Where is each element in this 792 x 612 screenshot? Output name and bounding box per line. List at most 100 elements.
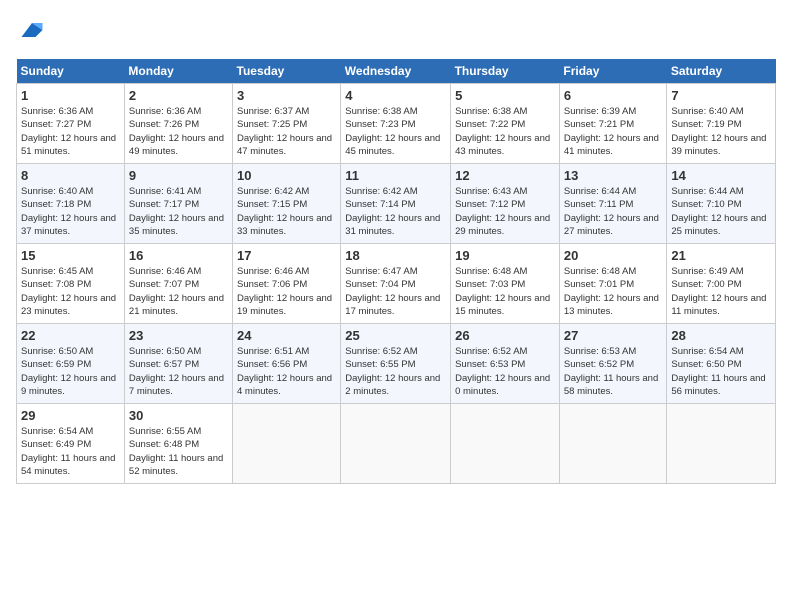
empty-cell [667, 404, 776, 484]
day-info: Sunrise: 6:47 AMSunset: 7:04 PMDaylight:… [345, 265, 446, 318]
calendar-week-row: 1Sunrise: 6:36 AMSunset: 7:27 PMDaylight… [17, 84, 776, 164]
day-number: 14 [671, 168, 771, 183]
day-number: 29 [21, 408, 120, 423]
day-number: 11 [345, 168, 446, 183]
day-cell: 3Sunrise: 6:37 AMSunset: 7:25 PMDaylight… [233, 84, 341, 164]
calendar-week-row: 22 Sunrise: 6:50 AMSunset: 6:59 PMDayligh… [17, 324, 776, 404]
day-info: Sunrise: 6:52 AMSunset: 6:55 PMDaylight:… [345, 345, 446, 398]
day-cell: 12 Sunrise: 6:43 AMSunset: 7:12 PMDayligh… [451, 164, 560, 244]
day-info: Sunrise: 6:46 AMSunset: 7:06 PMDaylight:… [237, 265, 336, 318]
day-cell: 4 Sunrise: 6:38 AMSunset: 7:23 PMDaylight… [341, 84, 451, 164]
day-cell: 26Sunrise: 6:52 AMSunset: 6:53 PMDayligh… [451, 324, 560, 404]
day-number: 13 [564, 168, 662, 183]
day-cell: 19 Sunrise: 6:48 AMSunset: 7:03 PMDayligh… [451, 244, 560, 324]
day-cell: 23 Sunrise: 6:50 AMSunset: 6:57 PMDayligh… [124, 324, 232, 404]
day-number: 23 [129, 328, 228, 343]
day-cell: 17 Sunrise: 6:46 AMSunset: 7:06 PMDayligh… [233, 244, 341, 324]
day-info: Sunrise: 6:46 AMSunset: 7:07 PMDaylight:… [129, 265, 228, 318]
day-info: Sunrise: 6:40 AMSunset: 7:19 PMDaylight:… [671, 105, 771, 158]
day-cell: 20 Sunrise: 6:48 AMSunset: 7:01 PMDayligh… [559, 244, 666, 324]
day-cell: 1Sunrise: 6:36 AMSunset: 7:27 PMDaylight… [17, 84, 125, 164]
day-number: 7 [671, 88, 771, 103]
day-info: Sunrise: 6:42 AMSunset: 7:14 PMDaylight:… [345, 185, 446, 238]
day-cell: 29 Sunrise: 6:54 AMSunset: 6:49 PMDayligh… [17, 404, 125, 484]
day-number: 21 [671, 248, 771, 263]
col-header-tuesday: Tuesday [233, 59, 341, 84]
day-info: Sunrise: 6:54 AMSunset: 6:49 PMDaylight:… [21, 425, 120, 478]
day-number: 22 [21, 328, 120, 343]
col-header-saturday: Saturday [667, 59, 776, 84]
day-info: Sunrise: 6:44 AMSunset: 7:11 PMDaylight:… [564, 185, 662, 238]
day-number: 10 [237, 168, 336, 183]
day-number: 17 [237, 248, 336, 263]
day-number: 24 [237, 328, 336, 343]
day-number: 6 [564, 88, 662, 103]
day-info: Sunrise: 6:48 AMSunset: 7:01 PMDaylight:… [564, 265, 662, 318]
day-info: Sunrise: 6:54 AMSunset: 6:50 PMDaylight:… [671, 345, 771, 398]
day-number: 16 [129, 248, 228, 263]
day-info: Sunrise: 6:38 AMSunset: 7:23 PMDaylight:… [345, 105, 446, 158]
day-number: 4 [345, 88, 446, 103]
day-cell: 5Sunrise: 6:38 AMSunset: 7:22 PMDaylight… [451, 84, 560, 164]
empty-cell [341, 404, 451, 484]
day-number: 1 [21, 88, 120, 103]
day-number: 20 [564, 248, 662, 263]
day-cell: 6Sunrise: 6:39 AMSunset: 7:21 PMDaylight… [559, 84, 666, 164]
day-number: 3 [237, 88, 336, 103]
day-cell: 9 Sunrise: 6:41 AMSunset: 7:17 PMDaylight… [124, 164, 232, 244]
day-cell: 16 Sunrise: 6:46 AMSunset: 7:07 PMDayligh… [124, 244, 232, 324]
day-info: Sunrise: 6:49 AMSunset: 7:00 PMDaylight:… [671, 265, 771, 318]
day-cell: 30 Sunrise: 6:55 AMSunset: 6:48 PMDayligh… [124, 404, 232, 484]
day-cell: 11 Sunrise: 6:42 AMSunset: 7:14 PMDayligh… [341, 164, 451, 244]
day-cell: 21 Sunrise: 6:49 AMSunset: 7:00 PMDayligh… [667, 244, 776, 324]
day-number: 2 [129, 88, 228, 103]
day-number: 27 [564, 328, 662, 343]
calendar-table: SundayMondayTuesdayWednesdayThursdayFrid… [16, 59, 776, 484]
day-cell: 27 Sunrise: 6:53 AMSunset: 6:52 PMDayligh… [559, 324, 666, 404]
calendar-body: 1Sunrise: 6:36 AMSunset: 7:27 PMDaylight… [17, 84, 776, 484]
day-info: Sunrise: 6:42 AMSunset: 7:15 PMDaylight:… [237, 185, 336, 238]
day-number: 15 [21, 248, 120, 263]
day-info: Sunrise: 6:50 AMSunset: 6:57 PMDaylight:… [129, 345, 228, 398]
col-header-friday: Friday [559, 59, 666, 84]
day-info: Sunrise: 6:48 AMSunset: 7:03 PMDaylight:… [455, 265, 555, 318]
day-cell: 14Sunrise: 6:44 AMSunset: 7:10 PMDayligh… [667, 164, 776, 244]
day-cell: 7 Sunrise: 6:40 AMSunset: 7:19 PMDaylight… [667, 84, 776, 164]
day-number: 28 [671, 328, 771, 343]
empty-cell [233, 404, 341, 484]
day-info: Sunrise: 6:38 AMSunset: 7:22 PMDaylight:… [455, 105, 555, 158]
day-cell: 10 Sunrise: 6:42 AMSunset: 7:15 PMDayligh… [233, 164, 341, 244]
day-cell: 2 Sunrise: 6:36 AMSunset: 7:26 PMDaylight… [124, 84, 232, 164]
day-info: Sunrise: 6:43 AMSunset: 7:12 PMDaylight:… [455, 185, 555, 238]
empty-cell [451, 404, 560, 484]
day-number: 19 [455, 248, 555, 263]
day-info: Sunrise: 6:41 AMSunset: 7:17 PMDaylight:… [129, 185, 228, 238]
day-cell: 15 Sunrise: 6:45 AMSunset: 7:08 PMDayligh… [17, 244, 125, 324]
day-info: Sunrise: 6:50 AMSunset: 6:59 PMDaylight:… [21, 345, 120, 398]
day-info: Sunrise: 6:51 AMSunset: 6:56 PMDaylight:… [237, 345, 336, 398]
day-info: Sunrise: 6:36 AMSunset: 7:26 PMDaylight:… [129, 105, 228, 158]
calendar-header-row: SundayMondayTuesdayWednesdayThursdayFrid… [17, 59, 776, 84]
day-number: 25 [345, 328, 446, 343]
day-cell: 8Sunrise: 6:40 AMSunset: 7:18 PMDaylight… [17, 164, 125, 244]
day-info: Sunrise: 6:55 AMSunset: 6:48 PMDaylight:… [129, 425, 228, 478]
day-number: 9 [129, 168, 228, 183]
col-header-thursday: Thursday [451, 59, 560, 84]
day-cell: 22 Sunrise: 6:50 AMSunset: 6:59 PMDayligh… [17, 324, 125, 404]
day-cell: 24 Sunrise: 6:51 AMSunset: 6:56 PMDayligh… [233, 324, 341, 404]
day-info: Sunrise: 6:53 AMSunset: 6:52 PMDaylight:… [564, 345, 662, 398]
day-number: 8 [21, 168, 120, 183]
day-number: 18 [345, 248, 446, 263]
calendar-week-row: 29 Sunrise: 6:54 AMSunset: 6:49 PMDayligh… [17, 404, 776, 484]
day-number: 30 [129, 408, 228, 423]
day-number: 12 [455, 168, 555, 183]
day-info: Sunrise: 6:45 AMSunset: 7:08 PMDaylight:… [21, 265, 120, 318]
logo [16, 16, 46, 49]
col-header-monday: Monday [124, 59, 232, 84]
col-header-wednesday: Wednesday [341, 59, 451, 84]
day-info: Sunrise: 6:52 AMSunset: 6:53 PMDaylight:… [455, 345, 555, 398]
logo-icon [18, 16, 46, 44]
calendar-week-row: 8Sunrise: 6:40 AMSunset: 7:18 PMDaylight… [17, 164, 776, 244]
calendar-week-row: 15 Sunrise: 6:45 AMSunset: 7:08 PMDayligh… [17, 244, 776, 324]
empty-cell [559, 404, 666, 484]
